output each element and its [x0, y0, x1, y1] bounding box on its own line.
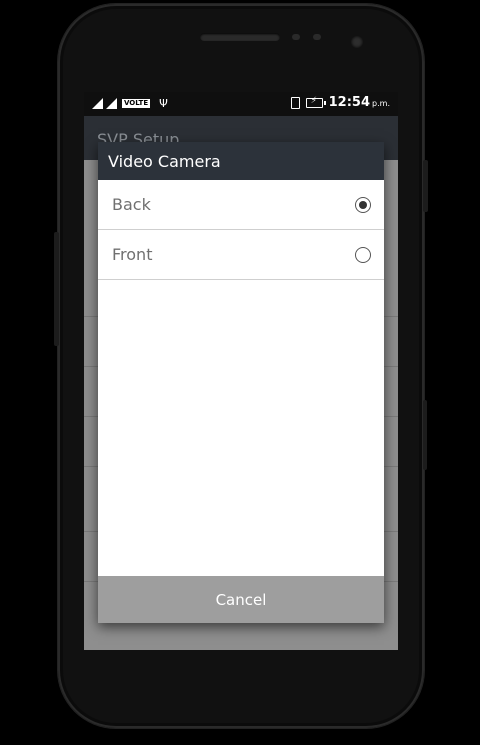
signal-icon-2	[106, 98, 117, 109]
status-left: VOLTE Ψ	[92, 97, 168, 110]
screen: VOLTE Ψ ⚡ 12:54 p.m. SVP Setup Video Came…	[84, 92, 398, 650]
option-front[interactable]: Front	[98, 230, 384, 280]
volume-button	[54, 232, 59, 346]
volte-badge: VOLTE	[122, 99, 151, 108]
signal-icon	[92, 98, 103, 109]
clock-ampm: p.m.	[372, 99, 390, 108]
earpiece-speaker	[200, 33, 280, 41]
front-camera-lens	[351, 36, 363, 48]
battery-icon: ⚡	[305, 96, 326, 108]
radio-unselected-icon[interactable]	[355, 246, 371, 263]
side-button-right	[423, 400, 427, 470]
cancel-button[interactable]: Cancel	[98, 576, 384, 623]
dialog-title: Video Camera	[98, 142, 384, 180]
usb-icon: Ψ	[159, 97, 168, 110]
status-right: ⚡ 12:54 p.m.	[290, 95, 390, 110]
clock-time: 12:54	[328, 95, 371, 110]
option-label: Back	[112, 195, 151, 214]
status-bar: VOLTE Ψ ⚡ 12:54 p.m.	[84, 92, 398, 116]
clock: 12:54 p.m.	[329, 95, 390, 110]
vibrate-icon	[290, 96, 300, 109]
video-camera-dialog: Video Camera Back Front Cancel	[98, 142, 384, 623]
light-sensor	[313, 34, 321, 40]
option-back[interactable]: Back	[98, 180, 384, 230]
option-label: Front	[112, 245, 153, 264]
power-button	[423, 160, 428, 212]
radio-selected-icon[interactable]	[355, 196, 371, 213]
proximity-sensor	[292, 34, 300, 40]
